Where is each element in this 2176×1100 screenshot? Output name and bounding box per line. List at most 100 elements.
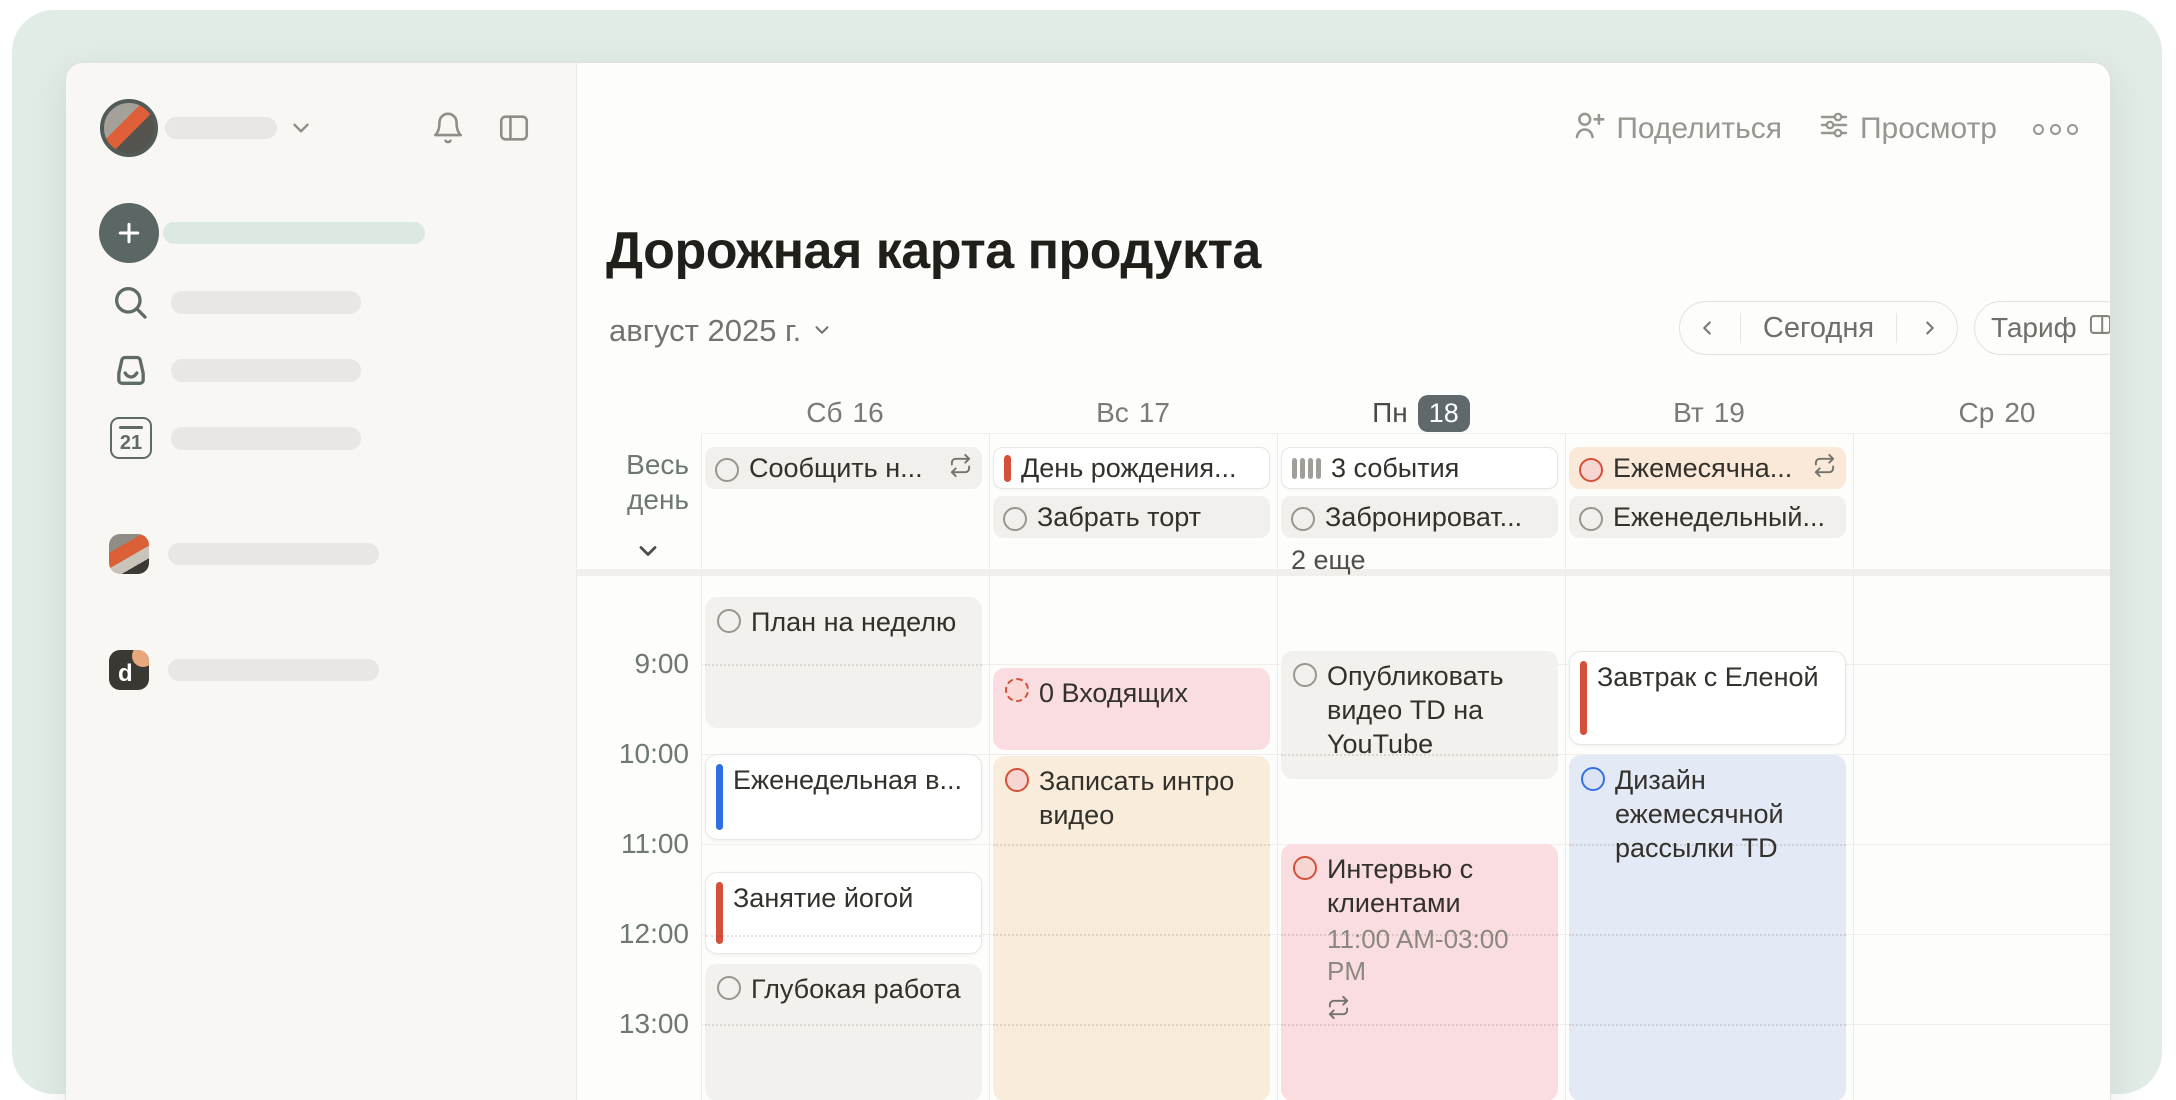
account-avatar[interactable] (109, 534, 149, 574)
event-yoga[interactable]: Занятие йогой (705, 872, 982, 954)
hour-dotline (993, 1024, 1270, 1026)
hour-dotline (1569, 1024, 1846, 1026)
task-circle-icon[interactable] (1579, 507, 1603, 531)
hour-dotline (1281, 934, 1558, 936)
event-time: 11:00 AM-03:00 PM (1327, 923, 1546, 988)
time-label: 9:00 (577, 648, 689, 680)
task-circle-icon[interactable] (1579, 458, 1603, 482)
stacked-events-icon (1292, 458, 1321, 479)
day-header-mon-today[interactable]: Пн18 (1277, 394, 1565, 432)
hour-dotline (993, 844, 1270, 846)
hour-dotline (1281, 1024, 1558, 1026)
repeat-icon (1327, 994, 1546, 1028)
event-newsletter-design[interactable]: Дизайн ежемесячной рассылки TD (1569, 755, 1846, 1100)
calendar-icon-day: 21 (112, 432, 150, 455)
plan-button[interactable]: Тариф (1974, 301, 2111, 355)
event-deep-work[interactable]: Глубокая работа (705, 964, 982, 1100)
collapse-allday-icon[interactable] (634, 537, 662, 570)
sliders-icon (1818, 109, 1850, 149)
month-selector[interactable]: август 2025 г. (609, 313, 833, 349)
event-soobshchit[interactable]: Сообщить н... (705, 447, 982, 489)
toggle-sidebar-icon[interactable] (496, 111, 532, 145)
header-actions: Поделиться Просмотр (1572, 107, 2078, 151)
task-circle-dashed-icon[interactable] (1005, 678, 1029, 702)
event-weekly-digest[interactable]: Еженедельный... (1569, 496, 1846, 538)
event-inbox-zero[interactable]: 0 Входящих (993, 668, 1270, 750)
event-color-bar (716, 764, 723, 830)
more-events-link[interactable]: 2 еще (1291, 545, 1365, 576)
event-book[interactable]: Забронироват... (1281, 496, 1558, 538)
chevron-down-icon[interactable] (288, 115, 314, 141)
task-circle-icon[interactable] (1581, 767, 1605, 791)
event-stack[interactable]: 3 события (1281, 447, 1558, 489)
more-menu-icon[interactable] (2033, 124, 2078, 135)
event-color-bar (1580, 661, 1587, 735)
event-birthday[interactable]: День рождения... (993, 447, 1270, 489)
event-publish-video[interactable]: Опубликовать видео TD на YouTube (1281, 651, 1558, 779)
task-circle-icon[interactable] (1293, 663, 1317, 687)
calendar-icon[interactable]: 21 (110, 417, 152, 459)
workspace-avatar[interactable] (100, 99, 158, 157)
account2-name-skeleton (168, 659, 379, 681)
inbox-icon[interactable] (111, 350, 151, 390)
plan-label: Тариф (1991, 312, 2077, 344)
day-header-sun[interactable]: Вс17 (989, 394, 1277, 432)
account-avatar-d[interactable]: d (109, 650, 149, 690)
day-column-mon: 3 события Забронироват... 2 еще Опублико… (1277, 433, 1565, 1100)
hour-dotline (993, 934, 1270, 936)
time-label: 10:00 (577, 738, 689, 770)
event-cake[interactable]: Забрать торт (993, 496, 1270, 538)
task-circle-icon[interactable] (1291, 507, 1315, 531)
day-header-wed[interactable]: Ср20 (1853, 394, 2111, 432)
bell-icon[interactable] (431, 111, 465, 145)
next-button[interactable] (1903, 317, 1957, 339)
search-icon[interactable] (110, 282, 150, 322)
day-header-sat[interactable]: Сб16 (701, 394, 989, 432)
task-circle-icon[interactable] (1293, 856, 1317, 880)
add-label-skeleton (163, 222, 425, 244)
divider (1896, 313, 1898, 343)
day-header-tue[interactable]: Вт19 (1565, 394, 1853, 432)
calendar-label-skeleton (171, 427, 361, 450)
task-circle-icon[interactable] (1003, 507, 1027, 531)
account-name-skeleton (168, 543, 379, 565)
task-circle-icon[interactable] (717, 609, 741, 633)
prev-button[interactable] (1680, 317, 1734, 339)
day-column-wed (1853, 433, 2111, 1100)
time-label: 12:00 (577, 918, 689, 950)
avatar-letter: d (109, 660, 133, 690)
event-record-intro[interactable]: Записать интро видео (993, 756, 1270, 1100)
day-column-sun: День рождения... Забрать торт 0 Входящих… (989, 433, 1277, 1100)
day-column-sat: Сообщить н... План на неделю Еженедельна… (701, 433, 989, 1100)
hour-dotline (1281, 754, 1558, 756)
today-badge: 18 (1418, 395, 1470, 432)
day-column-tue: Ежемесячна... Еженедельный... Завтрак с … (1565, 433, 1853, 1100)
event-monthly[interactable]: Ежемесячна... (1569, 447, 1846, 489)
event-breakfast[interactable]: Завтрак с Еленой (1569, 651, 1846, 745)
inbox-label-skeleton (171, 359, 361, 382)
calendar-icon-bar (119, 426, 143, 429)
add-button[interactable] (99, 203, 159, 263)
repeat-icon (1813, 453, 1836, 484)
share-button[interactable]: Поделиться (1572, 108, 1782, 150)
task-circle-icon[interactable] (1005, 768, 1029, 792)
event-interview[interactable]: Интервью с клиентами 11:00 AM-03:00 PM (1281, 844, 1558, 1100)
today-button[interactable]: Сегодня (1747, 312, 1890, 345)
workspace-name-skeleton (165, 117, 277, 139)
task-circle-icon[interactable] (715, 458, 739, 482)
app-window: 21 d Поделиться (65, 62, 2111, 1100)
hour-dotline (1569, 844, 1846, 846)
time-label: 13:00 (577, 1008, 689, 1040)
repeat-icon (949, 453, 972, 484)
divider (1740, 313, 1742, 343)
panel-icon (2087, 311, 2111, 346)
event-color-bar (1004, 455, 1011, 482)
event-plan-week[interactable]: План на неделю (705, 597, 982, 728)
event-weekly[interactable]: Еженедельная в... (705, 754, 982, 840)
chevron-down-icon (811, 313, 833, 349)
date-nav: Сегодня (1679, 301, 1958, 355)
hour-dotline (705, 664, 982, 666)
task-circle-icon[interactable] (717, 976, 741, 1000)
allday-label: Весьдень (577, 447, 689, 517)
view-button[interactable]: Просмотр (1818, 109, 1997, 149)
